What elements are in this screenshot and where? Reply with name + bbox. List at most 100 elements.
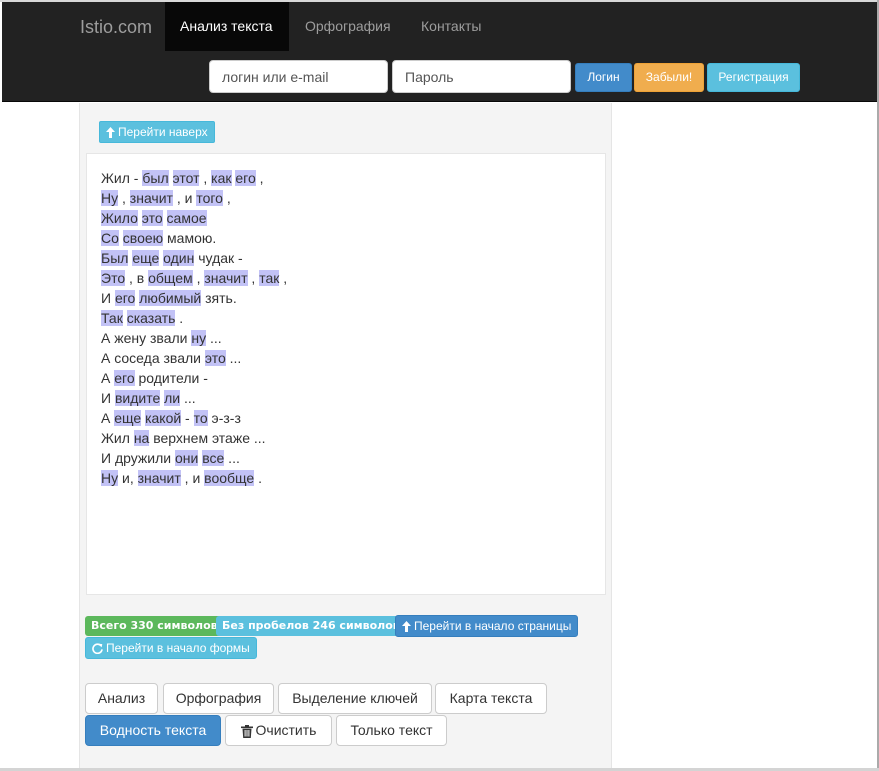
clear-button[interactable]: Очистить [225, 715, 332, 746]
text-fragment: верхнем этаже ... [149, 430, 266, 446]
highlighted-word: это [141, 210, 163, 226]
nav-spelling[interactable]: Орфография [290, 2, 406, 51]
arrow-up-icon [106, 127, 115, 139]
forgot-password-button[interactable]: Забыли! [634, 63, 704, 92]
text-line: А жену звали ну ... [101, 328, 591, 348]
brand-logo[interactable]: Istio.com [80, 16, 152, 38]
highlighted-word: его [235, 170, 256, 186]
nav-contacts[interactable]: Контакты [406, 2, 496, 51]
highlighted-word: на [133, 430, 150, 446]
go-to-page-start-button[interactable]: Перейти в начало страницы [395, 615, 579, 637]
text-line: Ну , значит , и того , [101, 188, 591, 208]
text-line: Это , в общем , значит , так , [101, 268, 591, 288]
text-fragment: А [101, 410, 115, 426]
highlighted-word: общем [148, 270, 193, 286]
text-fragment: ... [225, 350, 242, 366]
text-fragment: , и [180, 470, 205, 486]
text-fragment [169, 170, 173, 186]
register-button[interactable]: Регистрация [707, 63, 800, 92]
highlighted-word: самое [166, 210, 207, 226]
highlighted-word: еще [114, 410, 142, 426]
text-fragment: чудак - [194, 250, 243, 266]
go-to-page-start-label: Перейти в начало страницы [414, 619, 572, 633]
text-line: Был еще один чудак - [101, 248, 591, 268]
password-field[interactable] [392, 60, 571, 93]
main-column: Перейти наверх Жил - был этот , как его … [79, 103, 612, 771]
highlighted-word: Ну [101, 190, 119, 206]
analysis-button[interactable]: Анализ [85, 683, 158, 714]
login-button[interactable]: Логин [575, 63, 632, 92]
text-fragment: Жил [101, 430, 134, 446]
navbar: Istio.com Анализ текста Орфография Конта… [2, 2, 877, 102]
go-to-top-button[interactable]: Перейти наверх [99, 121, 215, 143]
highlighted-word: Это [101, 270, 126, 286]
text-fragment: А жену звали [101, 330, 192, 346]
text-line: Жил - был этот , как его , [101, 168, 591, 188]
keywords-button[interactable]: Выделение ключей [278, 683, 432, 714]
highlighted-word: значит [137, 470, 181, 486]
highlighted-word: своею [122, 230, 164, 246]
text-line: Ну и, значит , и вообще . [101, 468, 591, 488]
text-line: А соседа звали это ... [101, 348, 591, 368]
text-map-button[interactable]: Карта текста [435, 683, 547, 714]
text-line: А его родители - [101, 368, 591, 388]
highlighted-word: они [174, 450, 199, 466]
highlighted-word: вообще [204, 470, 255, 486]
text-only-button[interactable]: Только текст [336, 715, 447, 746]
highlighted-word: значит [129, 190, 173, 206]
arrow-up-icon [402, 621, 411, 633]
trash-icon [240, 724, 253, 738]
text-fragment: , [118, 190, 130, 206]
text-fragment: зять. [201, 290, 237, 306]
highlighted-word: видите [114, 390, 161, 406]
go-to-form-start-label: Перейти в начало формы [106, 641, 250, 655]
highlighted-word: ну [191, 330, 207, 346]
nav-text-analysis[interactable]: Анализ текста [165, 2, 289, 51]
text-fragment: . [175, 310, 184, 326]
water-content-button[interactable]: Водность текста [85, 715, 221, 746]
text-fragment: , [279, 270, 288, 286]
text-line: Так сказать . [101, 308, 591, 328]
text-fragment: Жил - [101, 170, 143, 186]
text-fragment: , [255, 170, 264, 186]
text-fragment: родители - [134, 370, 208, 386]
total-chars-badge: Всего 330 символов. [85, 616, 228, 636]
text-fragment: И [101, 290, 115, 306]
highlighted-word: это [204, 350, 226, 366]
text-fragment: мамою. [163, 230, 217, 246]
text-fragment: ... [206, 330, 222, 346]
highlighted-word: Был [101, 250, 129, 266]
highlighted-word: Так [101, 310, 123, 326]
highlighted-word: еще [132, 250, 160, 266]
highlighted-word: какой [145, 410, 182, 426]
text-fragment: , [192, 270, 205, 286]
highlighted-word: ли [164, 390, 181, 406]
text-fragment: - [181, 410, 194, 426]
highlighted-word: все [202, 450, 225, 466]
spelling-button[interactable]: Орфография [163, 683, 274, 714]
go-to-form-start-button[interactable]: Перейти в начало формы [85, 637, 257, 659]
text-fragment: А соседа звали [101, 350, 205, 366]
highlighted-word: Жило [101, 210, 138, 226]
highlighted-word: его [114, 290, 136, 306]
highlighted-word: один [163, 250, 195, 266]
text-line: Со своею мамою. [101, 228, 591, 248]
text-line: И видите ли ... [101, 388, 591, 408]
analyzed-text-panel[interactable]: Жил - был этот , как его , Ну , значит , … [86, 153, 606, 595]
text-fragment: э-з-з [207, 410, 241, 426]
text-fragment: , [199, 170, 212, 186]
login-field[interactable] [209, 60, 388, 93]
text-fragment: И дружили [101, 450, 175, 466]
highlighted-word: так [259, 270, 280, 286]
text-fragment [163, 210, 167, 226]
text-fragment: И [101, 390, 115, 406]
text-fragment: А [101, 370, 115, 386]
highlighted-word: значит [204, 270, 248, 286]
highlighted-word: то [193, 410, 208, 426]
highlighted-word: был [142, 170, 169, 186]
highlighted-word: того [196, 190, 223, 206]
text-line: Жил на верхнем этаже ... [101, 428, 591, 448]
text-fragment: ... [180, 390, 196, 406]
refresh-icon [92, 643, 103, 655]
text-fragment: , [247, 270, 260, 286]
